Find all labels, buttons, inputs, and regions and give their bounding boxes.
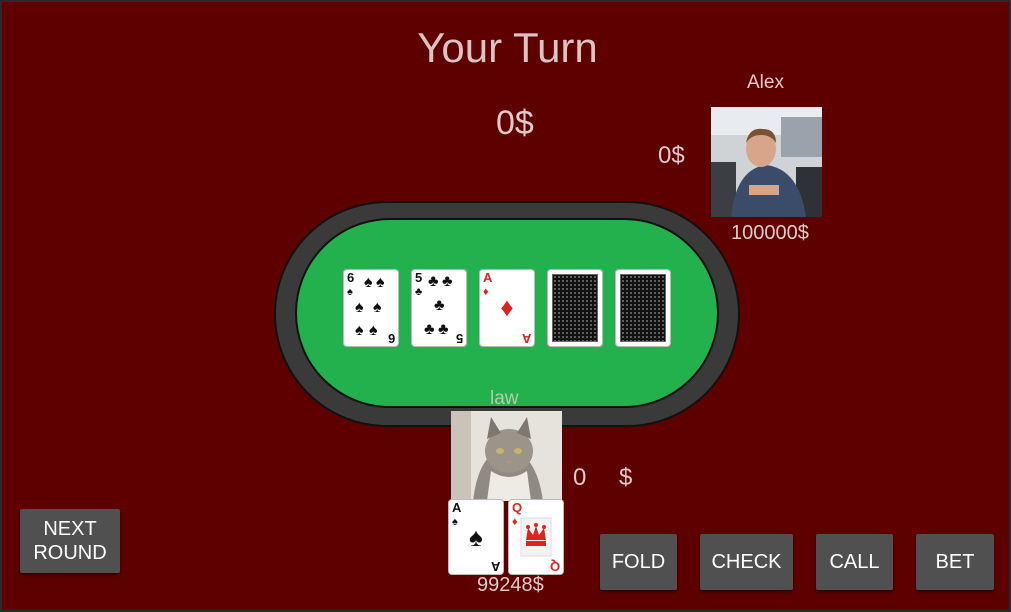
club-pip-icon: ♣ [428, 273, 439, 290]
club-pip-icon: ♣ [424, 321, 435, 338]
card-rank: 6 [347, 270, 355, 285]
player-chips: 99248$ [477, 574, 544, 596]
call-button[interactable]: CALL [816, 534, 893, 590]
player-hand-card: Q ♦ Q [509, 500, 563, 574]
opponent-name: Alex [747, 72, 784, 93]
spade-pip-icon: ♠ [369, 322, 378, 339]
spade-pip-icon: ♠ [376, 274, 385, 291]
face-down-card [548, 270, 602, 346]
card-back-pattern [552, 274, 598, 342]
next-round-button[interactable]: NEXT ROUND [20, 509, 120, 573]
poker-screen: Your Turn 0$ Alex 0$ 100000$ 6 ♠ ♠ ♠ ♠ ♠… [0, 0, 1011, 612]
player-hand-card: A ♠ ♠ A [449, 500, 503, 574]
spade-pip-icon: ♠ [469, 522, 483, 552]
spade-pip-icon: ♠ [355, 322, 364, 339]
queen-face-icon [520, 517, 552, 557]
card-back-pattern [620, 274, 666, 342]
player-bet-amount: 0 [573, 464, 587, 491]
card-rank: A [490, 559, 500, 574]
player-bet-unit: $ [619, 464, 633, 491]
card-suit: ♣ [415, 286, 423, 298]
community-card: 6 ♠ ♠ ♠ ♠ ♠ ♠ ♠ 6 [344, 270, 398, 346]
bet-button[interactable]: BET [916, 534, 994, 590]
community-card: 5 ♣ ♣ ♣ ♣ ♣ ♣ 5 [412, 270, 466, 346]
card-rank: Q [512, 500, 523, 515]
club-pip-icon: ♣ [438, 321, 449, 338]
card-rank: 5 [455, 331, 463, 346]
card-suit: ♦ [512, 516, 518, 528]
pot-amount: 0$ [496, 104, 534, 142]
opponent-chips: 100000$ [731, 222, 809, 244]
card-rank: A [483, 270, 493, 285]
card-suit: ♠ [347, 286, 353, 298]
card-rank: 5 [415, 270, 423, 285]
card-rank: 6 [387, 331, 395, 346]
opponent-avatar [711, 107, 822, 217]
check-button[interactable]: CHECK [700, 534, 793, 590]
card-rank: A [521, 331, 531, 346]
club-pip-icon: ♣ [434, 297, 445, 314]
club-pip-icon: ♣ [442, 273, 453, 290]
spade-pip-icon: ♠ [355, 299, 364, 316]
fold-button[interactable]: FOLD [600, 534, 677, 590]
card-rank: A [452, 500, 462, 515]
turn-title: Your Turn [417, 24, 598, 71]
opponent-bet: 0$ [658, 142, 685, 169]
community-card: A ♦ ♦ A [480, 270, 534, 346]
player-name: law [490, 388, 519, 409]
face-down-card [616, 270, 670, 346]
spade-pip-icon: ♠ [373, 299, 382, 316]
player-avatar [451, 411, 562, 501]
spade-pip-icon: ♠ [364, 274, 373, 291]
card-rank: Q [549, 559, 560, 574]
diamond-pip-icon: ♦ [500, 292, 514, 322]
